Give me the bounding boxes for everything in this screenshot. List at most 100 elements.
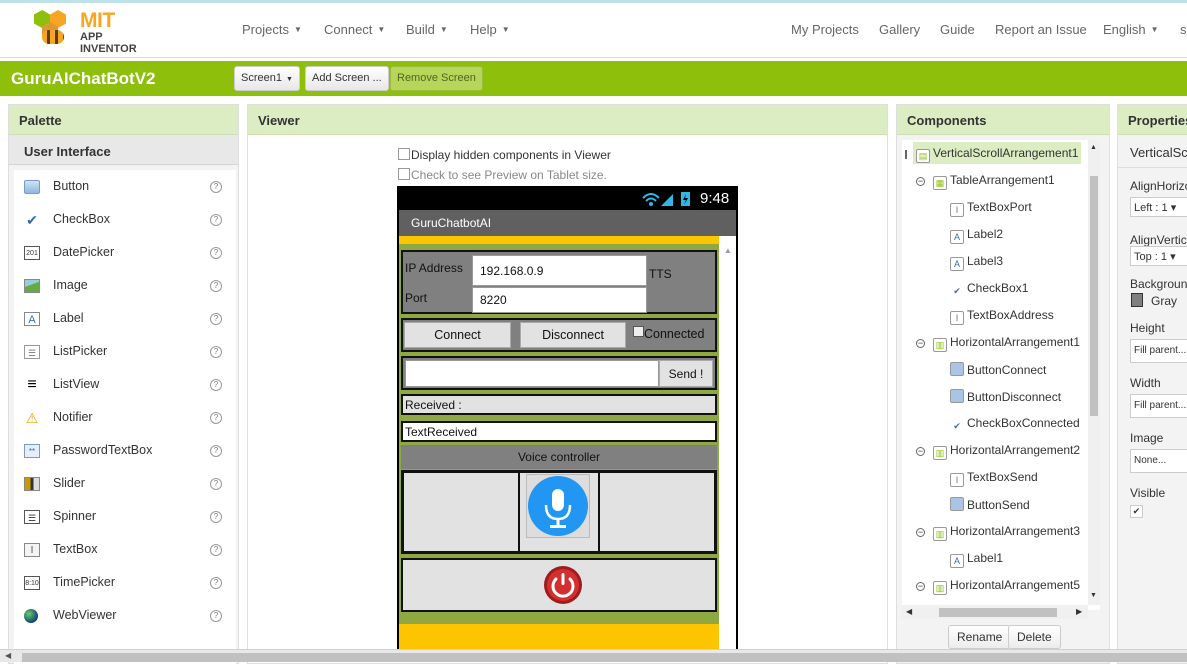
tree-item-horizontalarrangement3[interactable]: ▥ HorizontalArrangement3 (933, 521, 1080, 543)
send-text-field[interactable] (405, 360, 659, 387)
send-button[interactable]: Send ! (659, 360, 713, 387)
prop-height-field[interactable]: Fill parent... (1130, 339, 1187, 363)
app-inventor-logo[interactable]: MIT APP INVENTOR (32, 8, 162, 55)
prop-align-horizontal-select[interactable]: Left : 1 ▾ (1130, 197, 1187, 217)
table-arrangement[interactable]: IP Address 192.168.0.9 TTS Port 8220 (401, 250, 717, 314)
collapse-icon[interactable]: − (916, 339, 925, 348)
port-field[interactable]: 8220 (472, 287, 647, 313)
checkbox-box[interactable] (398, 168, 410, 180)
help-icon[interactable]: ? (210, 181, 222, 193)
scroll-up-icon[interactable]: ▲ (1090, 144, 1097, 151)
scroll-left-icon[interactable]: ◀ (5, 651, 11, 660)
help-icon[interactable]: ? (210, 247, 222, 259)
scrollbar-thumb[interactable] (1090, 176, 1098, 416)
prop-align-vertical-select[interactable]: Top : 1 ▾ (1130, 246, 1187, 266)
delete-button[interactable]: Delete (1008, 625, 1061, 649)
help-icon[interactable]: ? (210, 577, 222, 589)
components-vertical-scrollbar[interactable]: ▲ ▼ (1088, 140, 1100, 605)
scrollbar-thumb[interactable] (22, 653, 1187, 662)
collapse-icon[interactable]: − (916, 177, 925, 186)
help-icon[interactable]: ? (210, 544, 222, 556)
help-icon[interactable]: ? (210, 346, 222, 358)
scroll-right-icon[interactable]: ▶ (1076, 607, 1082, 616)
scroll-down-icon[interactable]: ▼ (1090, 592, 1097, 599)
prop-visible-checkbox[interactable]: ✔ (1130, 505, 1143, 518)
tree-item-buttondisconnect[interactable]: ButtonDisconnect (950, 386, 1061, 408)
tree-item-horizontalarrangement1[interactable]: ▥ HorizontalArrangement1 (933, 332, 1080, 354)
palette-item-image[interactable]: Image? (14, 269, 236, 302)
help-icon[interactable]: ? (210, 313, 222, 325)
menu-projects[interactable]: Projects ▼ (242, 22, 302, 37)
tree-item-textboxaddress[interactable]: I TextBoxAddress (950, 305, 1054, 327)
scrollbar-thumb[interactable] (939, 608, 1057, 617)
collapse-icon[interactable]: − (916, 528, 925, 537)
palette-item-listpicker[interactable]: ☰ ListPicker? (14, 335, 236, 368)
rename-button[interactable]: Rename (948, 625, 1012, 649)
link-my-projects[interactable]: My Projects (791, 22, 859, 37)
palette-item-slider[interactable]: Slider? (14, 467, 236, 500)
palette-item-button[interactable]: Button? (14, 170, 236, 203)
send-arrangement[interactable]: Send ! (401, 356, 717, 390)
add-screen-button[interactable]: Add Screen ... (305, 66, 389, 91)
tree-item-label1[interactable]: A Label1 (950, 548, 1003, 570)
help-icon[interactable]: ? (210, 445, 222, 457)
link-report-issue[interactable]: Report an Issue (995, 22, 1087, 37)
link-gallery[interactable]: Gallery (879, 22, 920, 37)
tree-item-horizontalarrangement2[interactable]: ▥ HorizontalArrangement2 (933, 440, 1080, 462)
prop-image-field[interactable]: None... (1130, 449, 1187, 473)
menu-connect[interactable]: Connect ▼ (324, 22, 385, 37)
tree-item-verticalscrollarrangement1[interactable]: ▤ VerticalScrollArrangement1 (913, 142, 1081, 164)
tree-item-horizontalarrangement5[interactable]: ▥ HorizontalArrangement5 (933, 575, 1080, 597)
connected-checkbox[interactable]: Connected (633, 326, 704, 341)
palette-item-passwordtextbox[interactable]: ** PasswordTextBox? (14, 434, 236, 467)
collapse-icon[interactable]: − (916, 582, 925, 591)
palette-item-datepicker[interactable]: 201 DatePicker? (14, 236, 236, 269)
ip-address-field[interactable]: 192.168.0.9 (472, 255, 647, 286)
tree-item-textboxsend[interactable]: I TextBoxSend (950, 467, 1038, 489)
color-swatch[interactable] (1131, 293, 1143, 307)
scroll-up-icon[interactable]: ▲ (724, 246, 732, 255)
palette-item-textbox[interactable]: I TextBox? (14, 533, 236, 566)
tablet-preview-checkbox[interactable]: Check to see Preview on Tablet size. (398, 168, 607, 182)
help-icon[interactable]: ? (210, 379, 222, 391)
help-icon[interactable]: ? (210, 478, 222, 490)
checkbox-box[interactable] (633, 326, 644, 337)
tree-item-textboxport[interactable]: I TextBoxPort (950, 197, 1032, 219)
scroll-left-icon[interactable]: ◀ (906, 607, 912, 616)
menu-build[interactable]: Build ▼ (406, 22, 448, 37)
checkbox-box[interactable] (398, 148, 410, 160)
help-icon[interactable]: ? (210, 511, 222, 523)
link-cut-off[interactable]: s (1180, 22, 1187, 37)
link-guide[interactable]: Guide (940, 22, 975, 37)
palette-section-user-interface[interactable]: User Interface (9, 135, 238, 165)
help-icon[interactable]: ? (210, 412, 222, 424)
tree-item-label2[interactable]: A Label2 (950, 224, 1003, 246)
menu-help[interactable]: Help ▼ (470, 22, 510, 37)
help-icon[interactable]: ? (210, 280, 222, 292)
collapse-icon[interactable]: − (916, 447, 925, 456)
help-icon[interactable]: ? (210, 214, 222, 226)
palette-item-listview[interactable]: ≡ ListView? (14, 368, 236, 401)
tree-item-label3[interactable]: A Label3 (950, 251, 1003, 273)
components-horizontal-scrollbar[interactable]: ◀ ▶ (902, 605, 1088, 619)
mic-button[interactable] (526, 474, 590, 538)
connect-arrangement[interactable]: Connect Disconnect Connected (401, 318, 717, 352)
connect-button[interactable]: Connect (404, 322, 511, 348)
tree-item-buttonsend[interactable]: ButtonSend (950, 494, 1030, 516)
tree-item-tablearrangement1[interactable]: ▦ TableArrangement1 (933, 170, 1055, 192)
remove-screen-button[interactable]: Remove Screen (390, 66, 483, 91)
help-icon[interactable]: ? (210, 610, 222, 622)
palette-item-notifier[interactable]: ⚠ Notifier? (14, 401, 236, 434)
prop-width-field[interactable]: Fill parent... (1130, 394, 1187, 418)
tree-item-checkboxconnected[interactable]: ✔ CheckBoxConnected (950, 413, 1080, 435)
phone-scrollbar[interactable]: ▲ (719, 244, 736, 661)
palette-item-label[interactable]: A Label? (14, 302, 236, 335)
display-hidden-checkbox[interactable]: Display hidden components in Viewer (398, 148, 611, 162)
palette-item-spinner[interactable]: ☰ Spinner? (14, 500, 236, 533)
disconnect-button[interactable]: Disconnect (520, 322, 626, 348)
menu-language[interactable]: English ▼ (1103, 22, 1159, 37)
vertical-scroll-arrangement[interactable]: IP Address 192.168.0.9 TTS Port 8220 Con… (399, 244, 719, 624)
prop-background-value[interactable]: Gray (1151, 294, 1177, 308)
screen-select-dropdown[interactable]: Screen1 ▼ (234, 66, 300, 91)
page-horizontal-scrollbar[interactable]: ◀ (0, 649, 1187, 662)
